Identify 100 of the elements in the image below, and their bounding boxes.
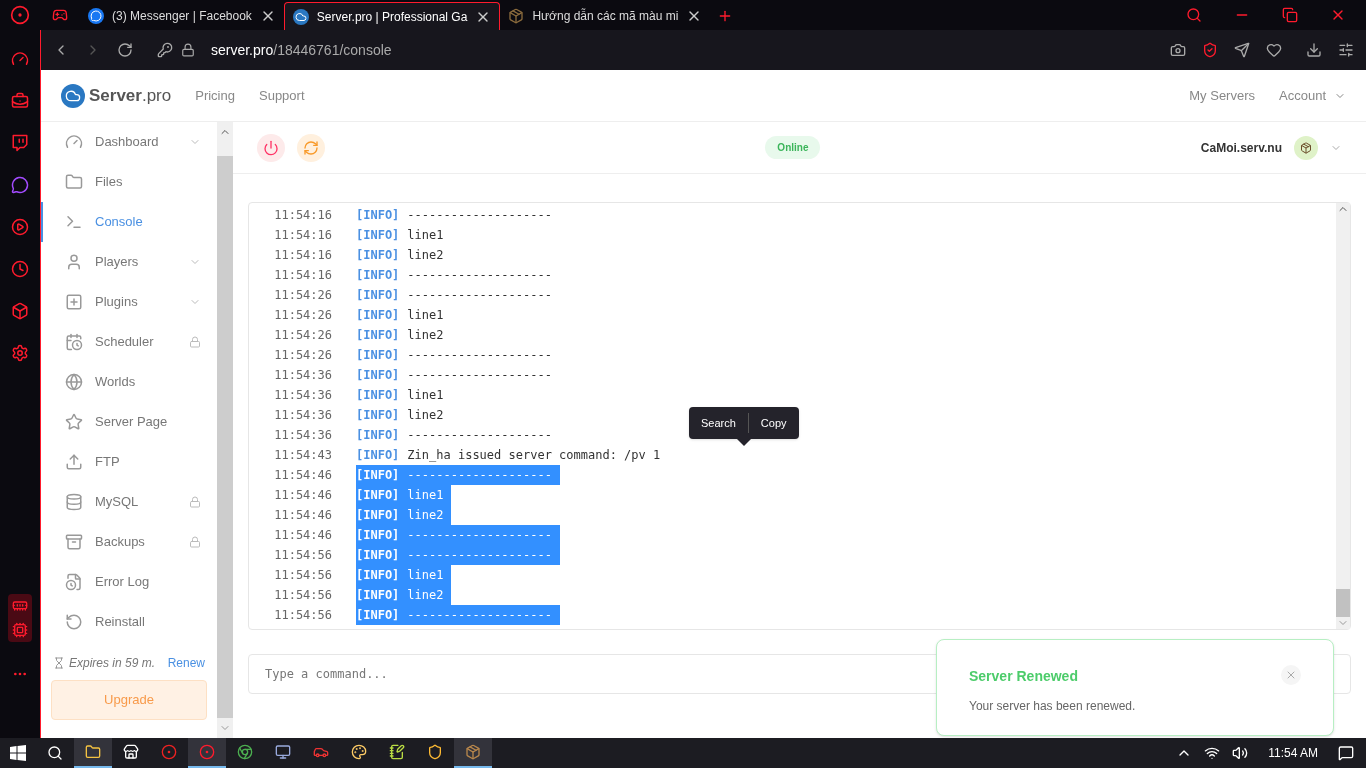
toast-title: Server Renewed [969,667,1078,686]
download-icon[interactable] [1306,42,1322,58]
sidebar-item[interactable]: Error Log [41,562,217,602]
nav-link[interactable]: Pricing [195,85,235,106]
sidebar-item[interactable]: Server Page [41,402,217,442]
volume-icon[interactable] [1232,745,1249,761]
file-clock-icon [65,573,83,591]
log-time: 11:54:16 [273,207,333,224]
restart-button[interactable] [297,133,325,162]
status-badge: Online [765,136,821,159]
browser-tab[interactable]: Server.pro | Professional Ga [283,2,501,30]
tab-title: Hướng dẫn các mã màu mi [532,7,679,25]
upload-icon [65,453,83,471]
shield-check-icon[interactable] [1202,42,1218,58]
history-icon[interactable] [11,260,29,278]
tab-title: Server.pro | Professional Ga [316,8,468,26]
memory-icon [12,598,28,614]
log-time: 11:54:16 [273,227,333,244]
search-icon[interactable] [47,745,63,761]
cpu-icon [12,622,28,638]
renew-link[interactable]: Renew [167,654,205,672]
log-time: 11:54:16 [273,267,333,284]
messenger-icon[interactable] [11,176,29,194]
log-time: 11:54:46 [273,487,333,504]
nav-link[interactable]: Account [1279,85,1346,106]
heart-icon[interactable] [1266,42,1282,58]
address-bar-url[interactable]: server.pro/18446761/console [211,39,392,61]
menu-item[interactable]: Search [689,413,748,433]
log-line: [INFO] -------------------- [356,367,553,384]
notifications-icon[interactable] [1338,745,1354,761]
log-line: [INFO] line1 [356,387,445,404]
menu-item[interactable]: Copy [747,413,799,433]
gamepad-icon[interactable] [52,7,68,23]
sidebar-item[interactable]: FTP [41,442,217,482]
taskbar-app[interactable] [74,738,112,768]
palette-icon [351,744,367,760]
star-icon [65,413,83,431]
expiry-text: Expires in 59 m. [69,655,156,672]
sidebar-item[interactable]: Players [41,242,217,282]
windows-logo-icon[interactable] [10,745,26,761]
store-icon [123,744,139,760]
restore-icon[interactable] [1282,7,1298,23]
browser-tab[interactable]: (3) Messenger | Facebook [80,2,284,30]
sidebar-item[interactable]: Scheduler [41,322,217,362]
block-icon [465,744,481,760]
logo-icon [61,83,85,108]
log-time: 11:54:36 [273,407,333,424]
nav-link[interactable]: Support [259,85,305,106]
taskbar-app[interactable] [454,738,492,768]
browser-tab[interactable]: Hướng dẫn các mã màu mi [500,2,711,30]
log-line: [INFO] line2 [356,247,445,264]
log-line: [INFO] line2 [356,327,445,344]
camera-icon[interactable] [1170,42,1186,58]
sidebar-item[interactable]: MySQL [41,482,217,522]
reset-icon [65,613,83,631]
sidebar-item[interactable]: Dashboard [41,122,217,162]
hourglass-icon [53,657,65,669]
block-icon [1300,141,1312,154]
cube-icon[interactable] [11,302,29,320]
log-line: [INFO] -------------------- [356,267,553,284]
hardware-widget[interactable] [8,594,32,642]
block-icon [508,8,525,24]
log-time: 11:54:56 [273,547,333,564]
log-line: [INFO] line1 [356,227,445,244]
bag-icon[interactable] [11,92,29,110]
log-time: 11:54:26 [273,347,333,364]
settings-icon[interactable] [1338,42,1354,58]
server-avatar[interactable] [1294,135,1318,160]
nav-link[interactable]: My Servers [1189,85,1255,106]
ring-icon [199,744,215,760]
taskbar-app[interactable] [188,738,226,768]
sidebar-item[interactable]: Reinstall [41,602,217,642]
sidebar-item[interactable]: Files [41,162,217,202]
key-icon[interactable] [157,42,173,58]
logo-text[interactable]: Server.pro [89,82,172,109]
sidebar-item[interactable]: Worlds [41,362,217,402]
notepad-icon [389,744,405,760]
monitor-icon [275,744,291,760]
settings-icon[interactable] [11,344,29,362]
play-icon[interactable] [11,218,29,236]
square-plus-icon [65,293,83,311]
scrollbar[interactable] [1336,203,1350,629]
sidebar-item[interactable]: Backups [41,522,217,562]
chat-bubble-icon [88,8,104,24]
reload-icon[interactable] [117,42,133,58]
archive-icon [65,533,83,551]
send-icon[interactable] [1234,42,1250,58]
scrollbar-thumb[interactable] [1336,589,1350,617]
clock-time[interactable]: 11:54 AM [1268,744,1318,762]
log-time: 11:54:16 [273,247,333,264]
refresh-icon [303,139,319,156]
sidebar-item[interactable]: Plugins [41,282,217,322]
chrome-icon [237,744,253,760]
speed-dial-icon[interactable] [11,50,29,68]
network-icon[interactable] [1204,745,1221,761]
power-button[interactable] [257,133,285,162]
log-time: 11:54:26 [273,327,333,344]
terminal-icon [65,213,83,231]
twitch-icon[interactable] [11,134,29,152]
toast-message: Your server has been renewed. [969,698,1137,715]
